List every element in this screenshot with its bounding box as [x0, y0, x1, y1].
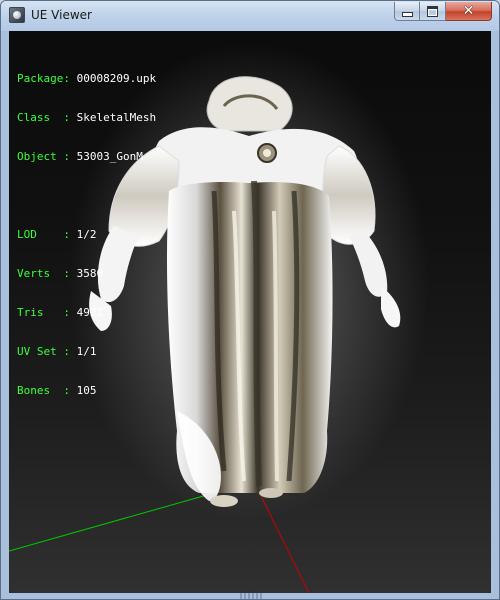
- maximize-button[interactable]: [420, 2, 446, 21]
- info-row-lod: LOD : 1/2: [17, 228, 156, 241]
- uvset-label: UV Set :: [17, 345, 77, 358]
- verts-value: 3580: [76, 267, 104, 280]
- package-value: 00008209.upk: [76, 72, 157, 85]
- info-row-verts: Verts : 3580: [17, 267, 156, 280]
- minimize-icon: [401, 11, 413, 17]
- mesh-info-panel: Package: 00008209.upk Class : SkeletalMe…: [17, 46, 156, 423]
- lod-label: LOD :: [17, 228, 77, 241]
- class-value: SkeletalMesh: [76, 111, 157, 124]
- class-label: Class :: [17, 111, 77, 124]
- bones-value: 105: [76, 384, 97, 397]
- lod-value: 1/2: [76, 228, 97, 241]
- package-label: Package:: [17, 72, 77, 85]
- info-row-package: Package: 00008209.upk: [17, 72, 156, 85]
- tris-value: 4922: [76, 306, 104, 319]
- info-row-uvset: UV Set : 1/1: [17, 345, 156, 358]
- object-label: Object :: [17, 150, 77, 163]
- app-window: UE Viewer ✕ Package: 00008209.upk Class …: [0, 0, 500, 600]
- info-row-bones: Bones : 105: [17, 384, 156, 397]
- info-row-object: Object : 53003_GonM: [17, 150, 156, 163]
- verts-label: Verts :: [17, 267, 77, 280]
- maximize-icon: [427, 5, 438, 17]
- resize-grip[interactable]: [240, 593, 264, 599]
- window-title: UE Viewer: [31, 8, 92, 22]
- info-row-class: Class : SkeletalMesh: [17, 111, 156, 124]
- app-icon[interactable]: [9, 7, 25, 23]
- close-icon: ✕: [462, 3, 475, 19]
- object-value: 53003_GonM: [76, 150, 143, 163]
- minimize-button[interactable]: [394, 2, 420, 21]
- title-bar[interactable]: UE Viewer ✕: [1, 1, 499, 31]
- close-button[interactable]: ✕: [446, 2, 492, 21]
- 3d-viewport[interactable]: Package: 00008209.upk Class : SkeletalMe…: [9, 31, 491, 593]
- uvset-value: 1/1: [76, 345, 97, 358]
- bones-label: Bones :: [17, 384, 77, 397]
- info-row-tris: Tris : 4922: [17, 306, 156, 319]
- tris-label: Tris :: [17, 306, 77, 319]
